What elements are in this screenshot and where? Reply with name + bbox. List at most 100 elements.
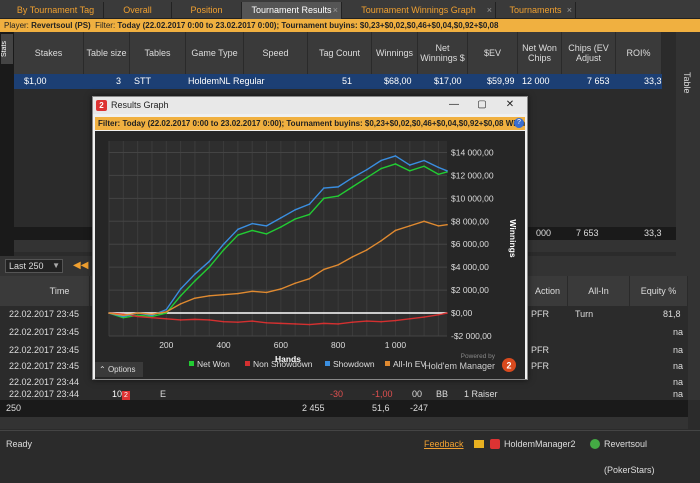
data-point xyxy=(165,311,168,313)
data-point xyxy=(222,293,225,296)
data-point xyxy=(380,159,382,162)
data-point xyxy=(351,186,354,188)
data-point xyxy=(308,277,311,280)
col-allin[interactable]: All-In xyxy=(568,276,630,306)
col-tag-count[interactable]: Tag Count xyxy=(308,32,372,74)
data-point xyxy=(294,323,296,325)
data-point xyxy=(437,225,440,227)
close-icon[interactable]: × xyxy=(333,2,338,19)
tab-tournament-winnings-graph[interactable]: Tournament Winnings Graph × xyxy=(342,2,496,19)
col-tables[interactable]: Tables xyxy=(130,32,186,74)
branding-badge: 2 xyxy=(506,361,511,371)
y-tick-label: $8 000,00 xyxy=(451,216,489,226)
data-point xyxy=(337,264,339,266)
col-net-won-chips[interactable]: Net Won Chips xyxy=(518,32,562,74)
total-chips-ev: 7 653 xyxy=(576,228,599,238)
options-button[interactable]: ⌃ Options xyxy=(95,362,143,377)
rewind-icon[interactable]: ◀◀ xyxy=(73,259,93,273)
y-tick-label: -$2 000,00 xyxy=(451,331,492,341)
tab-label: Tournament Winnings Graph xyxy=(361,5,476,15)
cell-net-winnings: $17,00 xyxy=(434,76,462,86)
legend-entry: Non Showdown xyxy=(253,359,313,369)
col-game-type[interactable]: Game Type xyxy=(186,32,244,74)
col-action[interactable]: Action xyxy=(528,276,568,306)
tab-bar: By Tournament Tag Overall Position Tourn… xyxy=(0,0,700,19)
cell-net-won-chips: 12 000 xyxy=(522,76,550,86)
window-title: Results Graph xyxy=(111,100,169,110)
col-table-size[interactable]: Table size xyxy=(84,32,130,74)
tab-tournaments[interactable]: Tournaments × xyxy=(496,2,576,19)
suit-icon: 2 xyxy=(122,391,130,400)
data-point xyxy=(380,167,382,170)
legend-swatch xyxy=(385,361,390,366)
close-icon[interactable]: × xyxy=(567,2,572,19)
total-roi: 33,3 xyxy=(644,228,662,238)
folder-icon xyxy=(474,440,484,448)
col-winnings[interactable]: Winnings xyxy=(372,32,418,74)
data-point xyxy=(151,316,153,319)
col-ev[interactable]: $EV xyxy=(468,32,518,74)
stats-side-tab[interactable]: Stats xyxy=(1,34,13,64)
data-point xyxy=(437,313,440,316)
tab-position[interactable]: Position xyxy=(172,2,242,19)
table-side-tab[interactable]: Table xyxy=(682,72,692,94)
data-point xyxy=(446,312,448,314)
close-icon[interactable]: × xyxy=(487,2,492,19)
data-point xyxy=(208,319,211,321)
data-point xyxy=(351,256,354,258)
data-point xyxy=(208,260,211,263)
data-point xyxy=(337,186,339,188)
minimize-button[interactable]: — xyxy=(443,98,465,112)
legend-swatch xyxy=(325,361,330,366)
tab-tournament-results[interactable]: Tournament Results × xyxy=(242,2,342,19)
filter-text: Today (22.02.2017 0:00 to 23.02.2017 0:0… xyxy=(117,21,499,30)
data-point xyxy=(222,249,225,251)
app-name[interactable]: HoldemManager2 xyxy=(504,431,576,457)
col-chips-ev[interactable]: Chips (EV Adjust xyxy=(562,32,616,74)
x-tick-label: 200 xyxy=(159,340,173,350)
tab-overall[interactable]: Overall xyxy=(104,2,172,19)
filter-label: Filter: xyxy=(95,21,116,30)
hm2-icon xyxy=(490,439,500,449)
data-point xyxy=(351,321,354,324)
tab-by-tournament-tag[interactable]: By Tournament Tag xyxy=(8,2,104,19)
maximize-button[interactable]: ▢ xyxy=(471,98,493,112)
lower-vertical-scrollbar[interactable] xyxy=(688,276,700,400)
data-point xyxy=(265,225,268,227)
user-icon xyxy=(590,439,600,449)
y-tick-label: $12 000,00 xyxy=(451,170,494,180)
col-net-winnings[interactable]: Net Winnings $ xyxy=(418,32,468,74)
data-point xyxy=(423,316,425,318)
feedback-link[interactable]: Feedback xyxy=(424,431,464,457)
hands-range-select[interactable]: Last 250 ▼ xyxy=(5,259,63,273)
help-icon[interactable]: ? xyxy=(514,118,524,128)
close-button[interactable]: ✕ xyxy=(499,98,521,112)
data-point xyxy=(394,163,397,165)
total-ev: -247 xyxy=(410,403,429,413)
data-point xyxy=(323,187,325,189)
user-name[interactable]: Revertsoul (PokerStars) xyxy=(604,431,700,483)
data-point xyxy=(365,176,368,179)
table-row[interactable]: $1,00 3 STT HoldemNL Regular 51 $68,00 $… xyxy=(14,74,662,89)
data-point xyxy=(280,226,282,228)
data-point xyxy=(179,319,182,321)
data-point xyxy=(194,318,196,321)
col-stakes[interactable]: Stakes xyxy=(14,32,84,74)
col-roi[interactable]: ROI% xyxy=(616,32,662,74)
data-point xyxy=(365,249,368,251)
data-point xyxy=(208,295,211,297)
col-speed[interactable]: Speed xyxy=(244,32,308,74)
data-point xyxy=(251,222,254,225)
chevron-down-icon: ▼ xyxy=(52,261,60,270)
cell-tag-count: 51 xyxy=(342,76,353,86)
col-time[interactable]: Time xyxy=(30,276,90,306)
data-point xyxy=(394,229,397,232)
data-point xyxy=(237,292,239,295)
lower-horizontal-scrollbar[interactable] xyxy=(0,417,688,429)
list-item[interactable]: 22.02.2017 23:44 10 2 E -30 -1,00 00 BB … xyxy=(0,389,688,400)
upper-table-header: Stakes Table size Tables Game Type Speed… xyxy=(14,32,662,74)
data-point xyxy=(194,273,196,275)
branding-powered-by: Powered by xyxy=(461,353,496,360)
data-point xyxy=(179,295,182,297)
col-equity[interactable]: Equity % xyxy=(630,276,688,306)
